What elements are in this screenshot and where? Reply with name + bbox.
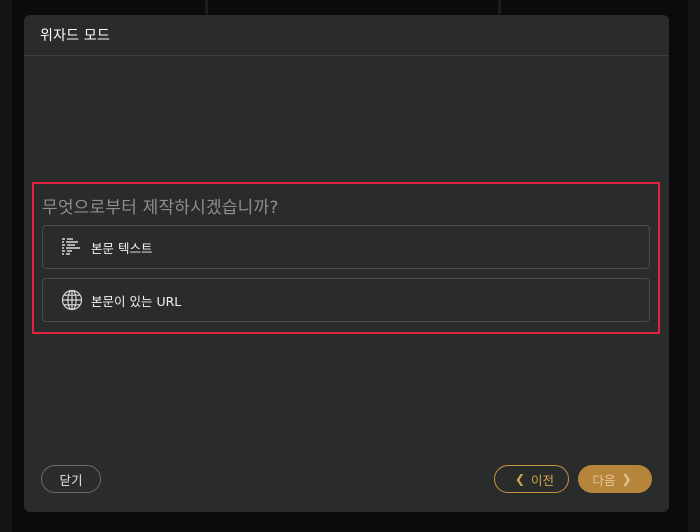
text-lines-icon <box>59 234 85 260</box>
dialog-header: 위자드 모드 <box>24 15 669 56</box>
chevron-right-icon: ❯ <box>621 472 632 486</box>
backdrop-divider <box>205 0 208 14</box>
previous-label: 이전 <box>531 472 555 488</box>
backdrop-divider <box>498 0 501 14</box>
option-label: 본문이 있는 URL <box>91 293 182 309</box>
wizard-dialog: 위자드 모드 무엇으로부터 제작하시겠습니까? 본문 텍스트 본문이 있는 UR… <box>24 15 669 512</box>
next-button[interactable]: 다음 ❯ <box>578 465 652 493</box>
chevron-left-icon: ❮ <box>514 472 526 486</box>
close-button[interactable]: 닫기 <box>41 465 101 493</box>
backdrop-left <box>0 0 12 532</box>
next-label: 다음 <box>592 472 616 488</box>
option-body-text[interactable]: 본문 텍스트 <box>42 225 650 269</box>
dialog-title: 위자드 모드 <box>40 28 111 44</box>
previous-button[interactable]: ❮ 이전 <box>494 465 569 493</box>
source-question: 무엇으로부터 제작하시겠습니까? <box>42 198 279 218</box>
backdrop-right <box>688 0 700 532</box>
option-label: 본문 텍스트 <box>91 240 153 256</box>
option-url-with-text[interactable]: 본문이 있는 URL <box>42 278 650 322</box>
globe-icon <box>59 287 85 313</box>
